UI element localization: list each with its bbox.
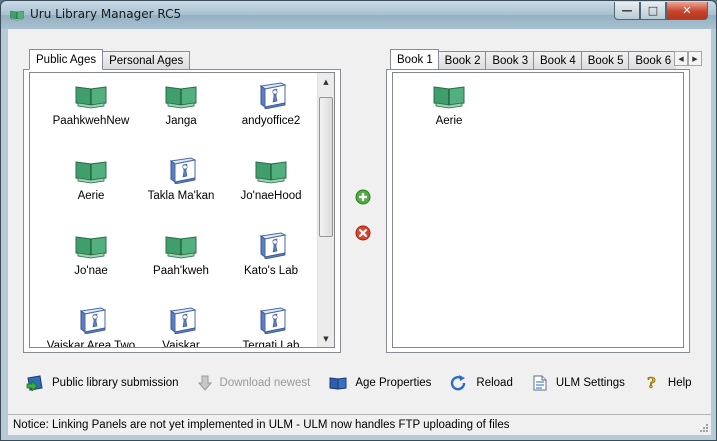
blue-book-icon: [170, 157, 196, 184]
green-book-icon: [75, 161, 107, 184]
list-item[interactable]: Vaiskar: [136, 306, 226, 348]
tab-personal-ages[interactable]: Personal Ages: [102, 51, 191, 69]
public-library-submission-button[interactable]: Public library submission: [26, 373, 179, 393]
green-book-icon: [255, 161, 287, 184]
item-label: andyoffice2: [241, 115, 301, 127]
right-tab-panel: Aerie: [386, 69, 690, 353]
properties-book-icon: [329, 377, 347, 390]
tab-scroll-left-icon[interactable]: ◀: [674, 51, 688, 66]
blue-book-icon: [80, 307, 106, 334]
title-bar[interactable]: Uru Library Manager RC5 — □ ✕: [1, 1, 716, 29]
tab-book-5[interactable]: Book 5: [580, 51, 630, 69]
item-label: PaahkwehNew: [52, 115, 130, 127]
tab-book-4[interactable]: Book 4: [533, 51, 582, 69]
help-icon: ?: [647, 375, 657, 391]
scroll-up-arrow-icon[interactable]: ▲: [318, 73, 334, 90]
reload-button[interactable]: Reload: [450, 373, 513, 393]
svg-text:?: ?: [647, 375, 656, 391]
scroll-down-arrow-icon[interactable]: ▼: [318, 330, 334, 347]
blue-book-icon: [260, 82, 286, 109]
item-label: Aerie: [435, 115, 463, 127]
client-area: Public Ages Personal Ages PaahkwehNew Ja…: [8, 29, 711, 435]
item-label: Jo'nae: [74, 265, 108, 277]
download-newest-label: Download newest: [219, 377, 311, 389]
list-item[interactable]: Aerie: [404, 83, 494, 127]
resize-grip-icon[interactable]: [699, 423, 709, 433]
download-arrow-icon: [197, 375, 212, 391]
right-tab-strip: Book 1 Book 2 Book 3 Book 4 Book 5 Book …: [390, 49, 676, 69]
tab-book-2[interactable]: Book 2: [437, 51, 487, 69]
item-label: Vaiskar Area Two: [46, 340, 136, 348]
blue-book-icon: [260, 307, 286, 334]
ulm-settings-button[interactable]: ULM Settings: [532, 373, 625, 393]
tab-scroll-buttons: ◀ ▶: [674, 51, 702, 66]
list-item[interactable]: andyoffice2: [226, 81, 316, 127]
list-item[interactable]: Tergati Lab: [226, 306, 316, 348]
green-book-icon: [165, 86, 197, 109]
tab-scroll-right-icon[interactable]: ▶: [688, 51, 702, 66]
help-button[interactable]: ? Help: [644, 373, 692, 393]
book-ages-list[interactable]: Aerie: [392, 72, 684, 348]
age-properties-button[interactable]: Age Properties: [329, 373, 431, 393]
item-label: Aerie: [77, 190, 105, 202]
book-icon: [10, 10, 24, 21]
submit-book-icon: [26, 375, 43, 391]
list-item[interactable]: Paah'kweh: [136, 233, 226, 277]
item-label: Kato's Lab: [244, 265, 298, 277]
age-properties-label: Age Properties: [355, 377, 432, 389]
remove-icon[interactable]: [355, 225, 371, 241]
vertical-scrollbar[interactable]: ▲ ▼: [317, 73, 334, 347]
minimize-button[interactable]: —: [614, 2, 640, 20]
public-ages-list[interactable]: PaahkwehNew Janga andyoffice2 Aerie Takl…: [29, 72, 335, 348]
public-library-submission-label: Public library submission: [52, 377, 179, 389]
green-book-icon: [75, 86, 107, 109]
item-label: Vaiskar: [162, 340, 200, 348]
window-title: Uru Library Manager RC5: [30, 7, 182, 21]
green-book-icon: [165, 236, 197, 259]
item-label: Tergati Lab: [242, 340, 300, 348]
tab-book-6[interactable]: Book 6: [628, 51, 676, 69]
green-book-icon: [75, 236, 107, 259]
list-item[interactable]: Takla Ma'kan: [136, 156, 226, 202]
left-tab-strip: Public Ages Personal Ages: [29, 49, 191, 70]
item-label: Paah'kweh: [153, 265, 209, 277]
scroll-thumb[interactable]: [319, 97, 333, 237]
status-text: Notice: Linking Panels are not yet imple…: [13, 419, 510, 431]
left-tab-panel: PaahkwehNew Janga andyoffice2 Aerie Takl…: [23, 69, 341, 353]
list-item[interactable]: PaahkwehNew: [46, 83, 136, 127]
green-book-icon: [433, 86, 465, 109]
close-button[interactable]: ✕: [666, 2, 708, 20]
item-label: Takla Ma'kan: [147, 190, 215, 202]
tab-public-ages[interactable]: Public Ages: [29, 49, 104, 70]
download-newest-button[interactable]: Download newest: [197, 373, 311, 393]
list-item[interactable]: Kato's Lab: [226, 231, 316, 277]
add-icon[interactable]: [355, 189, 371, 205]
maximize-button[interactable]: □: [640, 2, 666, 20]
item-label: Jo'naeHood: [240, 190, 302, 202]
blue-book-icon: [260, 232, 286, 259]
list-item[interactable]: Aerie: [46, 158, 136, 202]
tab-book-3[interactable]: Book 3: [485, 51, 535, 69]
item-label: Janga: [165, 115, 197, 127]
help-label: Help: [667, 377, 692, 389]
reload-label: Reload: [476, 377, 513, 389]
ulm-settings-label: ULM Settings: [555, 377, 625, 389]
list-item[interactable]: Jo'naeHood: [226, 158, 316, 202]
list-item[interactable]: Vaiskar Area Two: [46, 306, 136, 348]
blue-book-icon: [170, 307, 196, 334]
main-window: Uru Library Manager RC5 — □ ✕ Public Age…: [0, 0, 717, 441]
bottom-toolbar: Public library submission Download newes…: [26, 373, 711, 393]
status-bar: Notice: Linking Panels are not yet imple…: [8, 414, 711, 435]
settings-document-icon: [533, 375, 547, 391]
reload-icon: [451, 375, 466, 391]
list-item[interactable]: Janga: [136, 83, 226, 127]
tab-book-1[interactable]: Book 1: [390, 49, 439, 69]
list-item[interactable]: Jo'nae: [46, 233, 136, 277]
